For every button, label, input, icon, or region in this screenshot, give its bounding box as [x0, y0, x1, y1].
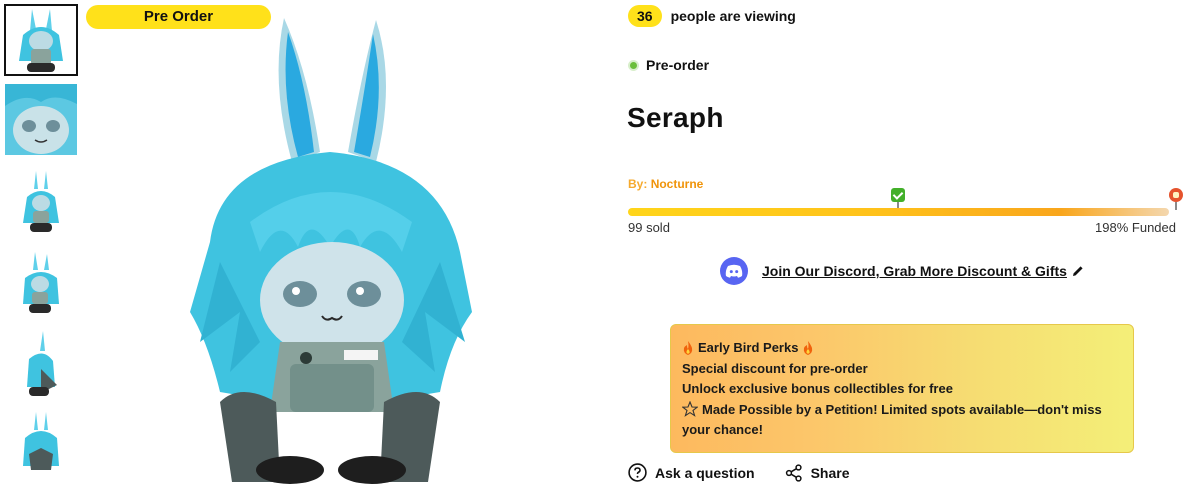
pencil-icon: [1072, 266, 1083, 276]
funded-percent: 198% Funded: [1095, 220, 1176, 235]
share-icon: [785, 463, 802, 482]
thumbnail-back-view[interactable]: [5, 408, 77, 480]
ask-question-label: Ask a question: [655, 464, 755, 481]
plush-closeup-image: [5, 84, 77, 155]
status-dot-icon: [628, 59, 639, 71]
thumbnail-side-view[interactable]: [5, 329, 77, 401]
check-milestone-icon: [890, 188, 906, 210]
perk-line: Special discount for pre-order: [682, 360, 868, 376]
question-circle-icon: [628, 463, 647, 482]
perks-title: Early Bird Perks: [698, 340, 799, 355]
plush-back-image: [5, 408, 77, 480]
ask-question-button[interactable]: Ask a question: [628, 463, 755, 482]
product-title: Seraph: [627, 102, 724, 133]
share-label: Share: [810, 464, 850, 481]
fire-icon: [683, 341, 693, 356]
discord-link[interactable]: Join Our Discord, Grab More Discount & G…: [720, 257, 1084, 285]
thumbnail-face-closeup[interactable]: [5, 84, 77, 155]
plush-main-illustration: [190, 18, 472, 484]
discord-link-label[interactable]: Join Our Discord, Grab More Discount & G…: [762, 263, 1067, 279]
product-actions: Ask a question Share: [628, 463, 850, 482]
viewer-count-label: people are viewing: [670, 8, 796, 24]
goal-milestone-icon: [1168, 188, 1184, 210]
viewer-count: 36 people are viewing: [628, 5, 796, 27]
availability-status: Pre-order: [628, 57, 709, 73]
plush-angle-image: [5, 248, 77, 320]
thumbnail-angle-view[interactable]: [5, 248, 77, 320]
thumbnail-front-view[interactable]: [4, 4, 78, 76]
funding-progress: 99 sold 198% Funded: [628, 186, 1183, 236]
plush-side-image: [5, 329, 77, 401]
status-label: Pre-order: [646, 57, 710, 73]
thumbnail-front-small[interactable]: [5, 167, 77, 239]
early-bird-perks-box: Early Bird Perks Special discount for pr…: [670, 324, 1134, 453]
share-button[interactable]: Share: [785, 463, 850, 482]
perk-line-petition: Made Possible by a Petition! Limited spo…: [682, 400, 1122, 441]
perk-line: Unlock exclusive bonus collectibles for …: [682, 381, 953, 396]
product-main-image[interactable]: [180, 12, 480, 486]
perks-title-row: Early Bird Perks: [682, 338, 1122, 359]
progress-bar: [628, 208, 1169, 216]
sold-count: 99 sold: [628, 220, 670, 235]
plush-thumbnail-image: [5, 5, 77, 75]
perk-line-text: Made Possible by a Petition! Limited spo…: [682, 401, 1102, 438]
plush-small-image: [5, 167, 77, 239]
fire-icon: [804, 341, 813, 356]
discord-icon: [720, 257, 748, 285]
viewer-count-badge: 36: [628, 5, 662, 27]
star-icon: [682, 400, 698, 417]
